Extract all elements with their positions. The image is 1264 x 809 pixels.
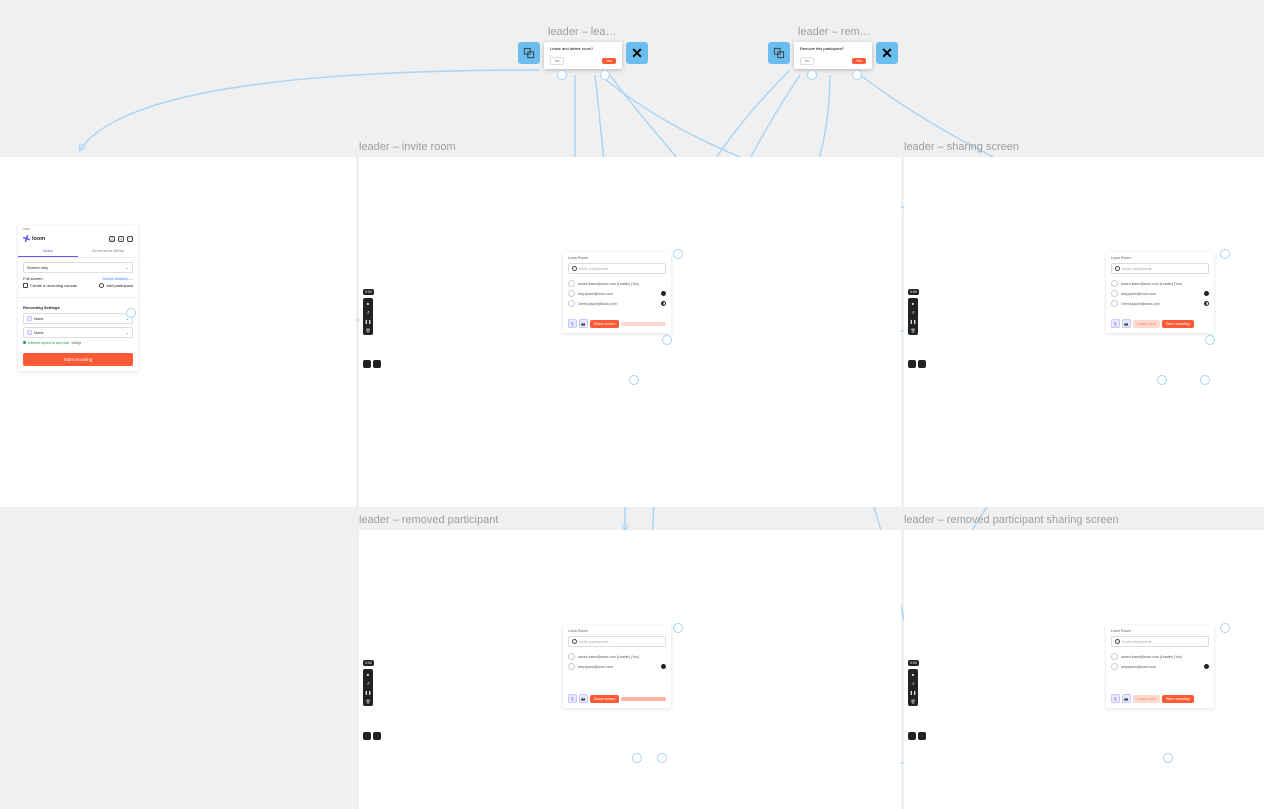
popup-remove: leader – rem… Remove this participant? N… bbox=[768, 26, 898, 69]
room-card-removed-sharing: Loom Room Invite participants lauren.ibs… bbox=[1106, 625, 1214, 708]
room-card-sharing: Loom Room Invite participants lauren.ibs… bbox=[1106, 252, 1214, 333]
yes-button[interactable]: Yes bbox=[852, 58, 866, 64]
person-icon bbox=[99, 283, 104, 288]
stop-icon: ■ bbox=[365, 300, 371, 306]
mic-chip[interactable]: 🎙 bbox=[568, 319, 577, 328]
camera-select[interactable]: None⌄ bbox=[23, 327, 133, 338]
frame-label: leader – removed participant bbox=[359, 514, 498, 526]
dialog-title: Remove this participant? bbox=[800, 46, 866, 51]
invite-input[interactable]: Invite participants bbox=[568, 636, 666, 647]
more-icon[interactable]: ⋯ bbox=[127, 236, 133, 242]
tab-screenshot[interactable]: Screenshot (Beta) bbox=[78, 245, 138, 257]
share-screen-button[interactable]: Share screen bbox=[590, 320, 619, 328]
note-icon bbox=[373, 360, 381, 368]
room-card-removed: Loom Room Invite participants lauren.ibs… bbox=[563, 625, 671, 708]
share-screen-button[interactable]: Share screen bbox=[590, 695, 619, 703]
component-icon[interactable] bbox=[518, 42, 540, 64]
loom-recorder-panel: Loom loom △ ⌂ ⋯ Video Screenshot (Beta) … bbox=[18, 225, 138, 371]
tool-column[interactable]: ■↺❚❚🗑 bbox=[908, 298, 918, 335]
frame-label: leader – removed participant sharing scr… bbox=[904, 514, 1119, 526]
tab-video[interactable]: Video bbox=[18, 245, 78, 257]
inactive-pill bbox=[621, 322, 666, 326]
close-icon[interactable]: ✕ bbox=[626, 42, 648, 64]
yes-button[interactable]: Yes bbox=[602, 58, 616, 64]
no-button[interactable]: No bbox=[800, 57, 814, 65]
tool-row[interactable] bbox=[908, 732, 926, 740]
dialog-title: Leave and delete room? bbox=[550, 46, 616, 51]
timer-badge: 0:00 bbox=[363, 289, 374, 295]
camera-icon bbox=[27, 330, 32, 335]
cam-chip[interactable]: 📷 bbox=[579, 319, 588, 328]
source-select[interactable]: Screen only⌄ bbox=[23, 262, 133, 273]
start-recording-button[interactable]: Start recording bbox=[1162, 695, 1194, 703]
no-button[interactable]: No bbox=[550, 57, 564, 65]
status-dot[interactable] bbox=[661, 291, 666, 296]
mic-icon bbox=[27, 316, 32, 321]
speed-hint: Internet speed is very fast1080p bbox=[23, 341, 133, 345]
undo-icon: ↺ bbox=[365, 309, 371, 315]
loom-logo-icon bbox=[23, 235, 30, 242]
participant-row: larry.ipsen@loom.com bbox=[568, 290, 666, 297]
frame-label: leader – sharing screen bbox=[904, 141, 1019, 153]
timer-badge: 0:00 bbox=[363, 660, 374, 666]
home-icon[interactable]: ⌂ bbox=[118, 236, 124, 242]
tool-column[interactable]: ■↺❚❚🗑 bbox=[908, 669, 918, 706]
avatar bbox=[568, 280, 575, 287]
dialog-leave: Leave and delete room? No Yes bbox=[544, 42, 622, 69]
status-half-dot[interactable] bbox=[661, 301, 666, 306]
room-card-invite: Loom Room Invite participants lauren.ibs… bbox=[563, 252, 671, 333]
tool-row[interactable] bbox=[363, 360, 381, 368]
tool-row[interactable] bbox=[363, 732, 381, 740]
invite-input[interactable]: Invite participants bbox=[568, 263, 666, 274]
dialog-remove: Remove this participant? No Yes bbox=[794, 42, 872, 69]
participant-row: OremLipsum@loom.com bbox=[568, 300, 666, 307]
room-title: Loom Room bbox=[568, 256, 666, 260]
loom-logo: loom bbox=[23, 235, 45, 242]
tool-row[interactable] bbox=[908, 360, 926, 368]
start-recording-button[interactable]: Start recording bbox=[1162, 320, 1194, 328]
create-canvas[interactable]: Create a recording canvas bbox=[23, 283, 77, 288]
timer-badge: 0:00 bbox=[908, 660, 919, 666]
pen-icon bbox=[363, 360, 371, 368]
mic-select[interactable]: None⌄ bbox=[23, 313, 133, 324]
pause-icon: ❚❚ bbox=[365, 318, 371, 324]
start-recording-button[interactable]: Start recording bbox=[23, 353, 133, 366]
participant-row: lauren.ibsen@loom.com (Leader) (You) bbox=[568, 280, 666, 287]
frame-label-leave: leader – lea… bbox=[548, 26, 648, 38]
tool-column[interactable]: ■↺❚❚🗑 bbox=[363, 669, 373, 706]
loom-brand: loom bbox=[32, 236, 45, 242]
scope-row[interactable]: Full screen Select desktop ⌄ bbox=[23, 276, 133, 281]
avatar bbox=[568, 300, 575, 307]
timer-badge: 0:00 bbox=[908, 289, 919, 295]
invite-input[interactable]: Invite participants bbox=[1111, 636, 1209, 647]
component-icon[interactable] bbox=[768, 42, 790, 64]
invite-input[interactable]: Invite participants bbox=[1111, 263, 1209, 274]
person-icon bbox=[572, 266, 577, 271]
avatar bbox=[568, 290, 575, 297]
frame-label: leader – invite room bbox=[359, 141, 456, 153]
bell-icon[interactable]: △ bbox=[109, 236, 115, 242]
tabs: Video Screenshot (Beta) bbox=[18, 245, 138, 258]
flow-canvas[interactable]: leader – lea… Leave and delete room? No … bbox=[0, 0, 1264, 809]
settings-heading: Recording Settings bbox=[23, 305, 133, 310]
trash-icon: 🗑 bbox=[365, 327, 371, 333]
close-icon[interactable]: ✕ bbox=[876, 42, 898, 64]
tool-column[interactable]: ■ ↺ ❚❚ 🗑 bbox=[363, 298, 373, 335]
frame-label-remove: leader – rem… bbox=[798, 26, 898, 38]
room-title: Loom Room bbox=[1111, 256, 1209, 260]
inactive-pill bbox=[621, 697, 666, 701]
popup-leave: leader – lea… Leave and delete room? No … bbox=[518, 26, 648, 69]
leave-room-button[interactable]: Leave room bbox=[1133, 320, 1160, 328]
leave-room-button[interactable]: Leave room bbox=[1133, 695, 1160, 703]
add-participant[interactable]: Add participant bbox=[99, 283, 133, 288]
